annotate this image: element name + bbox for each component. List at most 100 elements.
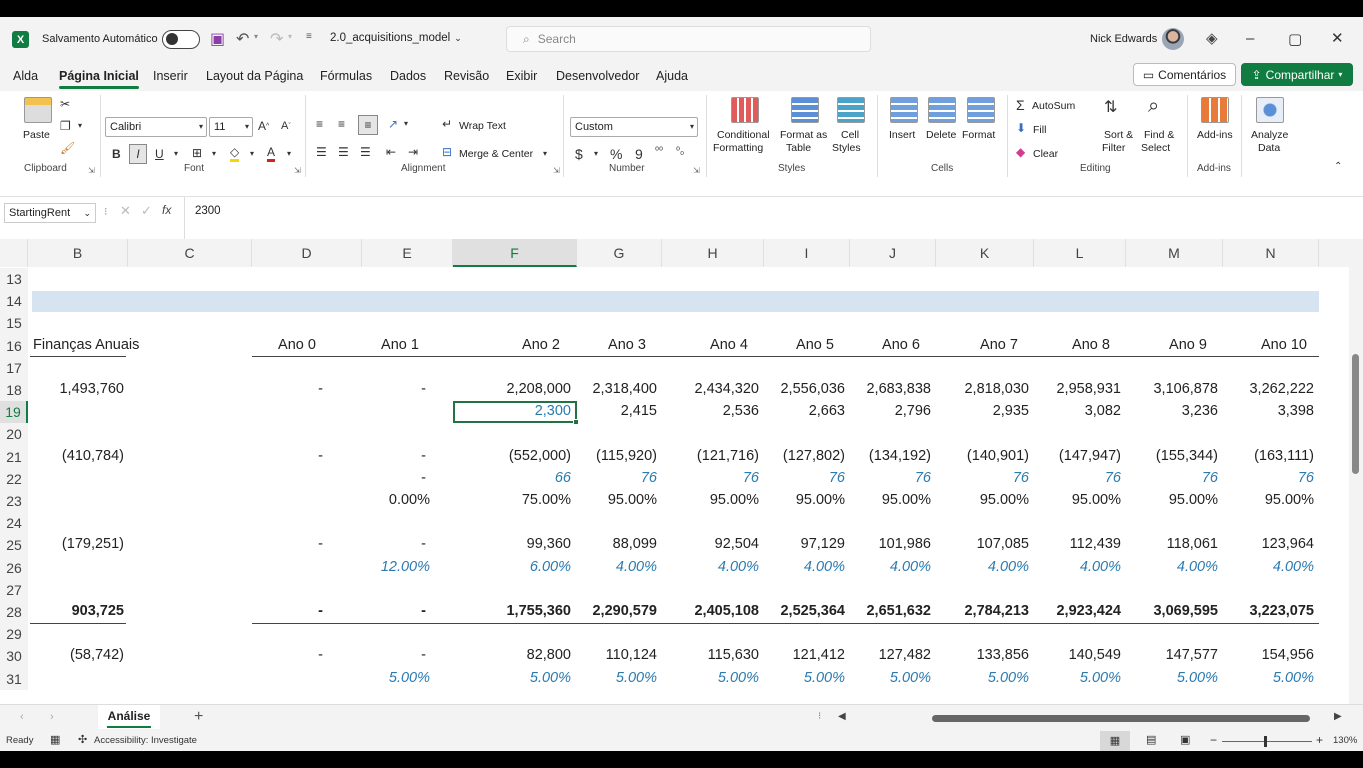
cell[interactable]: 5.00% <box>1174 670 1314 686</box>
analyze-data-icon[interactable] <box>1256 97 1284 123</box>
zoom-slider[interactable] <box>1222 741 1312 742</box>
currency-dropdown-icon[interactable]: ▾ <box>594 149 598 158</box>
zoom-slider-thumb[interactable] <box>1264 736 1267 747</box>
font-color-dropdown-icon[interactable]: ▾ <box>287 149 291 158</box>
cell[interactable]: - <box>286 470 426 486</box>
minimize-icon[interactable]: – <box>1246 30 1266 47</box>
row-header[interactable]: 19 <box>0 401 28 424</box>
font-name-select[interactable]: Calibri ▾ <box>105 117 207 137</box>
fill-icon[interactable]: ⬇ <box>1016 121 1026 135</box>
orientation-dropdown-icon[interactable]: ▾ <box>404 119 408 128</box>
row-header[interactable]: 29 <box>0 623 28 646</box>
macro-record-icon[interactable]: ▦ <box>50 733 60 746</box>
undo-dropdown-icon[interactable]: ▾ <box>254 32 258 41</box>
percent-icon[interactable]: % <box>610 146 622 162</box>
delete-label[interactable]: Delete <box>926 129 956 141</box>
sheet-tab-analise[interactable]: Análise <box>98 705 160 729</box>
conditional-formatting-label1[interactable]: Conditional <box>717 129 770 141</box>
number-format-select[interactable]: Custom ▾ <box>570 117 698 137</box>
row-header[interactable]: 16 <box>0 334 28 357</box>
align-top-icon[interactable]: ≡ <box>316 117 323 131</box>
cell[interactable]: - <box>286 381 426 397</box>
cell[interactable]: 4.00% <box>1174 559 1314 575</box>
analyze-data-label2[interactable]: Data <box>1258 142 1280 154</box>
row-header[interactable]: 20 <box>0 423 28 446</box>
sort-filter-icon[interactable]: ⇅ <box>1104 97 1117 117</box>
cell[interactable]: Ano 0 <box>257 337 337 353</box>
normal-view-icon[interactable]: ▦ <box>1100 731 1130 751</box>
cell-b[interactable]: 903,725 <box>28 603 124 619</box>
format-painter-icon[interactable]: 🖌 <box>60 141 75 155</box>
cell[interactable]: Ano 6 <box>861 337 941 353</box>
row-header[interactable]: 22 <box>0 467 28 490</box>
align-middle-icon[interactable]: ≡ <box>338 117 345 131</box>
cell[interactable]: 0.00% <box>290 492 430 508</box>
cell[interactable]: Ano 7 <box>959 337 1039 353</box>
alignment-launcher-icon[interactable]: ⇲ <box>553 166 560 175</box>
clear-label[interactable]: Clear <box>1033 148 1058 160</box>
more-options-icon[interactable]: ⁝ <box>104 205 108 218</box>
italic-icon[interactable]: I <box>129 144 147 164</box>
filename[interactable]: 2.0_acquisitions_model ⌄ <box>330 32 462 44</box>
row-header[interactable]: 31 <box>0 667 28 690</box>
cell[interactable]: Ano 9 <box>1148 337 1228 353</box>
column-header[interactable]: C <box>128 239 252 267</box>
row-header[interactable]: 18 <box>0 379 28 402</box>
fill-color-dropdown-icon[interactable]: ▾ <box>250 149 254 158</box>
redo-dropdown-icon[interactable]: ▾ <box>288 32 292 41</box>
vertical-scroll-thumb[interactable] <box>1352 354 1359 474</box>
increase-indent-icon[interactable]: ⇥ <box>408 145 418 159</box>
decrease-decimal-icon[interactable]: ⁰₀ <box>676 146 684 157</box>
zoom-level[interactable]: 130% <box>1333 735 1357 746</box>
cell[interactable]: Ano 5 <box>775 337 855 353</box>
cell[interactable]: - <box>286 536 426 552</box>
cell[interactable]: - <box>286 448 426 464</box>
row-header[interactable]: 27 <box>0 578 28 601</box>
cell[interactable]: 3,262,222 <box>1174 381 1314 397</box>
cell[interactable]: Ano 10 <box>1244 337 1324 353</box>
column-header[interactable]: H <box>662 239 764 267</box>
column-header[interactable]: K <box>936 239 1034 267</box>
add-ins-label[interactable]: Add-ins <box>1197 129 1233 141</box>
format-label[interactable]: Format <box>962 129 995 141</box>
paste-label[interactable]: Paste <box>23 129 50 141</box>
cell[interactable]: 5.00% <box>290 670 430 686</box>
add-sheet-icon[interactable]: + <box>194 708 203 726</box>
underline-dropdown-icon[interactable]: ▾ <box>174 149 178 158</box>
insert-cells-icon[interactable] <box>890 97 918 123</box>
avatar[interactable] <box>1162 28 1184 50</box>
customize-toolbar-icon[interactable]: ≡ <box>306 31 312 42</box>
cell[interactable]: 3,223,075 <box>1174 603 1314 619</box>
delete-cells-icon[interactable] <box>928 97 956 123</box>
merge-center-icon[interactable]: ⊟ <box>442 145 452 159</box>
increase-decimal-icon[interactable]: ⁰⁰ <box>655 146 663 157</box>
autosave-toggle[interactable] <box>162 30 200 49</box>
cell[interactable]: Ano 4 <box>689 337 769 353</box>
row-header[interactable]: 30 <box>0 645 28 668</box>
column-header[interactable]: E <box>362 239 453 267</box>
row-header[interactable]: 13 <box>0 268 28 291</box>
row-header[interactable]: 15 <box>0 312 28 335</box>
cell-styles-icon[interactable] <box>837 97 865 123</box>
find-select-label2[interactable]: Select <box>1141 142 1170 154</box>
column-header[interactable]: I <box>764 239 850 267</box>
cell[interactable]: Ano 2 <box>501 337 581 353</box>
cell[interactable]: (163,111) <box>1174 448 1314 464</box>
format-cells-icon[interactable] <box>967 97 995 123</box>
function-icon[interactable]: fx <box>162 203 171 217</box>
enter-icon[interactable]: ✓ <box>141 203 152 219</box>
column-header[interactable]: N <box>1223 239 1319 267</box>
tab-exibir[interactable]: Exibir <box>506 69 537 83</box>
cell[interactable]: 76 <box>1174 470 1314 486</box>
vertical-scrollbar[interactable] <box>1349 239 1363 704</box>
borders-dropdown-icon[interactable]: ▾ <box>212 149 216 158</box>
close-icon[interactable]: ✕ <box>1331 29 1351 47</box>
row-header[interactable]: 25 <box>0 534 28 557</box>
search-box[interactable]: ⌕ Search <box>506 26 871 52</box>
copy-icon[interactable]: ❐ <box>60 119 71 133</box>
column-header[interactable]: M <box>1126 239 1223 267</box>
align-center-icon[interactable]: ☰ <box>338 145 349 159</box>
align-left-icon[interactable]: ☰ <box>316 145 327 159</box>
analyze-data-label1[interactable]: Analyze <box>1251 129 1288 141</box>
prev-sheet-icon[interactable]: ‹ <box>20 711 24 723</box>
